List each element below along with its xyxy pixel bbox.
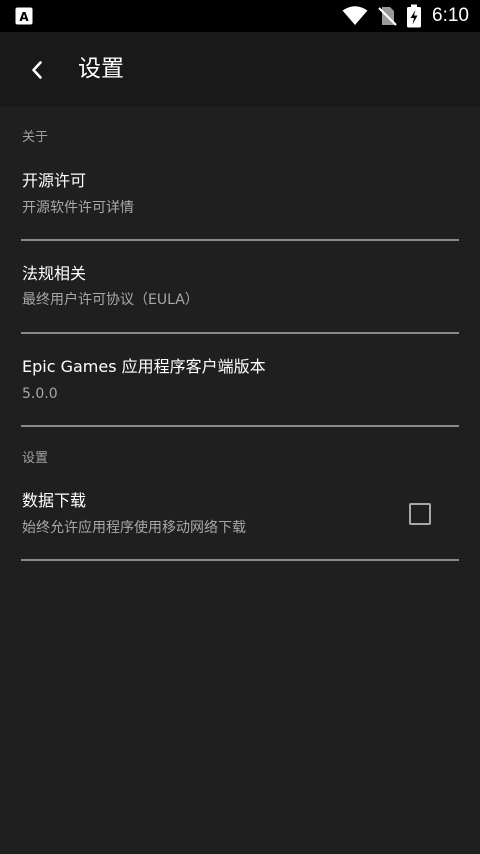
list-item-open-source-licenses[interactable]: 开源许可 开源软件许可详情 [0, 156, 480, 240]
divider [21, 239, 459, 241]
list-item-client-version[interactable]: Epic Games 应用程序客户端版本 5.0.0 [0, 342, 480, 426]
divider [21, 559, 459, 561]
section-label-settings: 设置 [22, 451, 49, 466]
wifi-icon [342, 6, 368, 25]
item-subtitle: 开源软件许可详情 [22, 200, 134, 216]
status-bar: A 6:10 [0, 0, 480, 32]
item-title: 法规相关 [22, 264, 87, 283]
item-title: 数据下载 [22, 491, 87, 510]
chevron-left-icon [32, 61, 42, 79]
divider [21, 425, 459, 427]
item-title: 开源许可 [22, 171, 87, 190]
back-button[interactable] [18, 51, 56, 89]
svg-text:A: A [19, 10, 29, 24]
item-subtitle: 5.0.0 [22, 386, 58, 402]
battery-charging-icon [407, 4, 422, 28]
list-item-data-download[interactable]: 数据下载 始终允许应用程序使用移动网络下载 [0, 476, 480, 560]
no-sim-icon [378, 7, 397, 26]
divider [21, 332, 459, 334]
page-title: 设置 [78, 56, 124, 82]
data-download-checkbox[interactable] [409, 503, 431, 525]
item-subtitle: 始终允许应用程序使用移动网络下载 [22, 520, 246, 536]
accessibility-a-icon: A [15, 7, 33, 25]
section-label-about: 关于 [22, 130, 49, 145]
status-icons: 6:10 [342, 0, 480, 32]
list-item-legal[interactable]: 法规相关 最终用户许可协议（EULA） [0, 249, 480, 333]
app-bar: 设置 [0, 32, 480, 106]
item-subtitle: 最终用户许可协议（EULA） [22, 292, 199, 308]
status-time: 6:10 [432, 5, 469, 26]
item-title: Epic Games 应用程序客户端版本 [22, 357, 266, 376]
